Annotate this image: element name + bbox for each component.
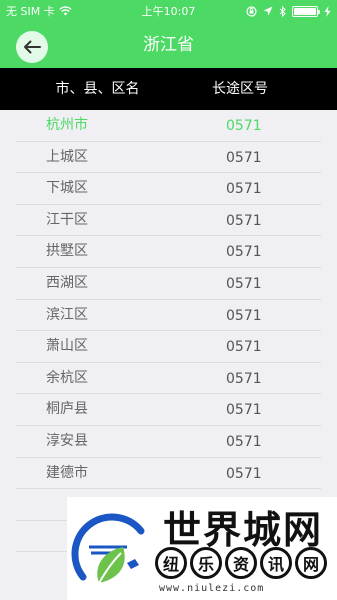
area-code: 0571	[226, 402, 262, 419]
list-item[interactable]: 拱墅区 0571	[16, 236, 321, 268]
watermark-char: 资	[225, 547, 257, 579]
area-code: 0571	[226, 339, 262, 356]
watermark: 世界城网 纽 乐 资 讯 网 www.niulezi.com	[67, 497, 337, 600]
district-name: 江干区	[46, 211, 88, 228]
watermark-title: 世界城网	[163, 508, 324, 552]
area-code: 0571	[226, 149, 262, 166]
district-name: 杭州市	[46, 117, 88, 133]
area-code: 0571	[226, 118, 262, 134]
district-name: 拱墅区	[46, 243, 88, 260]
wifi-icon	[59, 6, 72, 16]
status-right	[246, 5, 331, 17]
district-list: 杭州市 0571 上城区 0571 下城区 0571 江干区 0571 拱墅区 …	[0, 110, 337, 553]
district-name: 淳安县	[46, 432, 88, 449]
watermark-char: 讯	[260, 547, 292, 579]
watermark-logo-icon	[71, 513, 145, 584]
battery-icon	[292, 5, 320, 17]
carrier-label: 无 SIM 卡	[6, 5, 55, 18]
area-code: 0571	[226, 275, 262, 292]
list-item[interactable]: 下城区 0571	[16, 173, 321, 205]
page-title: 浙江省	[143, 35, 194, 55]
district-name: 萧山区	[46, 338, 88, 355]
list-item[interactable]: 滨江区 0571	[16, 300, 321, 332]
watermark-chars: 纽 乐 资 讯 网	[155, 547, 327, 579]
status-bar: 无 SIM 卡 上午10:07	[0, 0, 337, 22]
area-code: 0571	[226, 307, 262, 324]
status-left: 无 SIM 卡	[6, 3, 72, 19]
district-name: 桐庐县	[46, 401, 88, 418]
list-item[interactable]: 建德市 0571	[16, 458, 321, 490]
district-name: 下城区	[46, 180, 88, 197]
screen: 无 SIM 卡 上午10:07 浙江省 市、县、区名 长途区号 杭州市 0571…	[0, 0, 337, 600]
area-code: 0571	[226, 433, 262, 450]
watermark-char: 乐	[190, 547, 222, 579]
district-name: 西湖区	[46, 274, 88, 291]
watermark-char: 网	[295, 547, 327, 579]
table-header: 市、县、区名 长途区号	[0, 68, 337, 110]
bluetooth-icon	[279, 5, 286, 17]
area-code: 0571	[226, 244, 262, 261]
list-item[interactable]: 余杭区 0571	[16, 363, 321, 395]
list-item[interactable]: 淳安县 0571	[16, 426, 321, 458]
watermark-url: www.niulezi.com	[159, 583, 265, 594]
list-item[interactable]: 杭州市 0571	[16, 110, 321, 142]
orientation-lock-icon	[246, 5, 257, 17]
district-name: 上城区	[46, 148, 88, 165]
list-item[interactable]: 江干区 0571	[16, 205, 321, 237]
watermark-char: 纽	[155, 547, 187, 579]
area-code: 0571	[226, 465, 262, 482]
list-item[interactable]: 萧山区 0571	[16, 331, 321, 363]
district-name: 建德市	[46, 464, 88, 481]
area-code: 0571	[226, 370, 262, 387]
list-item[interactable]: 桐庐县 0571	[16, 394, 321, 426]
district-name: 滨江区	[46, 306, 88, 323]
list-item[interactable]: 上城区 0571	[16, 142, 321, 174]
location-icon	[263, 6, 273, 16]
area-code: 0571	[226, 181, 262, 198]
district-name: 余杭区	[46, 369, 88, 386]
header-name: 市、县、区名	[55, 81, 140, 97]
list-item[interactable]: 西湖区 0571	[16, 268, 321, 300]
charging-icon	[324, 5, 331, 17]
area-code: 0571	[226, 212, 262, 229]
nav-bar: 浙江省	[0, 22, 337, 68]
header-code: 长途区号	[212, 81, 268, 97]
